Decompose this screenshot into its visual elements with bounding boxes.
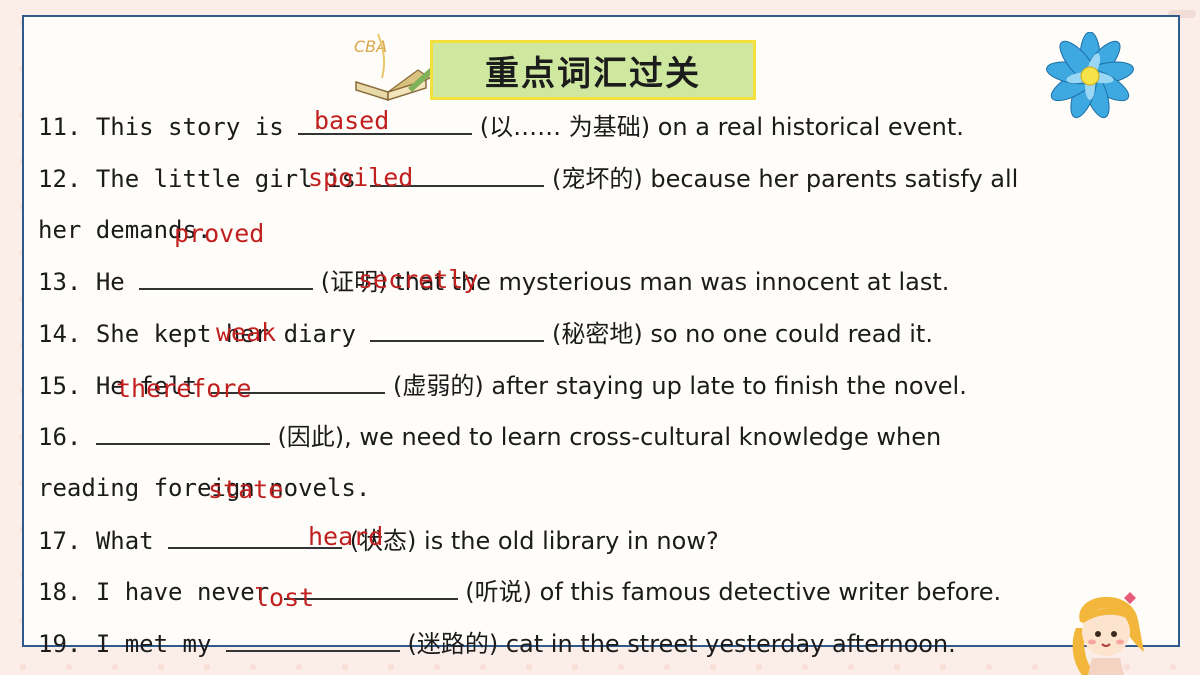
answer-text: therefore [116,374,252,403]
exercise-number: 15. [38,372,82,400]
exercise-text-after: (宠坏的) because her parents satisfy all [544,165,1019,193]
answer-blank[interactable] [139,266,314,290]
book-icon: CBA [354,33,434,102]
exercise-line-19: 19. I met my (迷路的) cat in the street yes… [38,628,956,659]
exercise-line-16-cont: reading foreign novels. [38,473,370,503]
answer-text: state [208,475,284,504]
exercise-line-14: 14. She kept her diary (秘密地) so no one c… [38,318,933,349]
exercise-text-after: (听说) of this famous detective writer bef… [457,578,1002,606]
exercise-text-after: (虚弱的) after staying up late to finish th… [385,372,967,400]
exercise-line-12: 12. The little girl is (宠坏的) because her… [38,163,1018,194]
exercise-number: 11. [38,113,82,141]
exercise-text-before: This story is [95,113,299,141]
answer-text: based [314,106,390,135]
answer-blank[interactable] [95,421,270,445]
cartoon-girl-icon [1072,592,1144,675]
answer-text: proved [174,219,265,248]
exercise-text-after: (迷路的) cat in the street yesterday aftern… [399,630,956,658]
exercise-text-after: (秘密地) so no one could read it. [544,320,933,348]
exercise-number: 19. [38,630,82,658]
answer-blank[interactable] [370,318,545,342]
answer-text: heard [308,522,384,551]
exercise-text-after: (因此), we need to learn cross-cultural kn… [269,423,942,451]
exercise-line-11: 11. This story is (以…… 为基础) on a real hi… [38,111,964,142]
exercise-text-after: (状态) is the old library in now? [342,527,719,555]
answer-text: weak [216,318,277,347]
exercise-text-continued: reading foreign novels. [38,474,371,502]
exercise-number: 14. [38,320,82,348]
answer-blank[interactable] [225,628,400,652]
exercise-text-before: He [95,268,140,296]
exercise-text-before: I met my [95,630,226,658]
exercise-number: 12. [38,165,82,193]
flower-icon [1046,32,1134,119]
exercise-number: 16. [38,423,82,451]
exercise-text-after: (以…… 为基础) on a real historical event. [472,113,964,141]
exercise-line-18: 18. I have never (听说) of this famous det… [38,576,1001,607]
answer-text: lost [254,583,315,612]
exercise-number: 13. [38,268,82,296]
exercise-line-13: 13. He (证明) that the mysterious man was … [38,266,949,297]
exercise-text-before: What [95,527,169,555]
exercise-line-16: 16. (因此), we need to learn cross-cultura… [38,421,941,452]
answer-text: spoiled [308,163,414,192]
exercise-number: 18. [38,578,82,606]
page-title: 重点词汇过关 [430,40,756,100]
answer-text: secretly [358,265,479,294]
exercise-number: 17. [38,527,82,555]
